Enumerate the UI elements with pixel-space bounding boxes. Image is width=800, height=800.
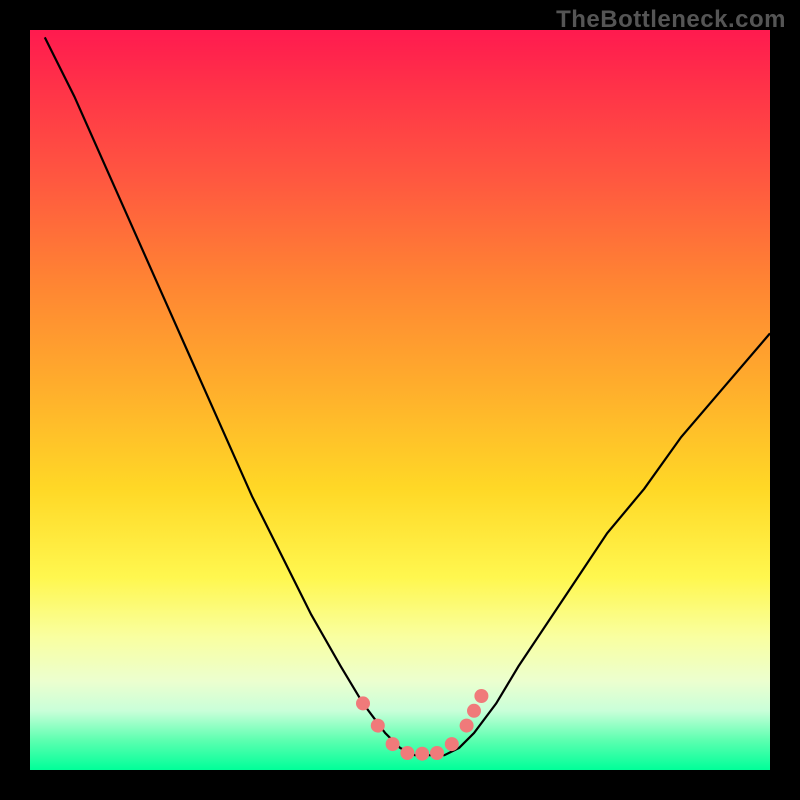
trough-marker [445, 737, 459, 751]
plot-area [30, 30, 770, 770]
trough-marker [386, 737, 400, 751]
trough-marker [400, 746, 414, 760]
trough-marker [430, 746, 444, 760]
trough-markers [356, 689, 488, 761]
bottleneck-curve [45, 37, 770, 755]
trough-marker [356, 696, 370, 710]
trough-marker [474, 689, 488, 703]
watermark-text: TheBottleneck.com [556, 6, 786, 34]
trough-marker [371, 719, 385, 733]
trough-marker [415, 747, 429, 761]
chart-frame: TheBottleneck.com [0, 0, 800, 800]
curve-svg [30, 30, 770, 770]
trough-marker [460, 719, 474, 733]
trough-marker [467, 704, 481, 718]
